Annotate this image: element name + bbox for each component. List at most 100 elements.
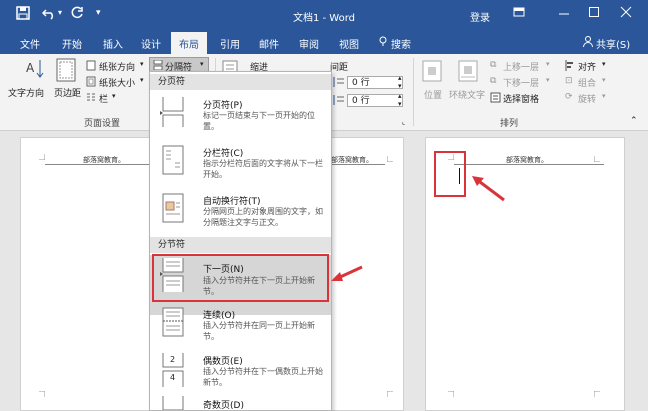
tab-layout[interactable]: 布局 — [171, 32, 207, 54]
arrange-group-label: 排列 — [500, 119, 519, 129]
spacing-before-spinner[interactable]: ▴ ▾ — [398, 74, 402, 90]
menu-item-text-wrapping-break[interactable]: 自动换行符(T) 分隔网页上的对象周围的文字，如分隔题注文字与正文。 — [150, 190, 331, 236]
align-dropdown-icon[interactable]: ▾ — [602, 60, 606, 68]
ribbon-display-options-icon[interactable] — [513, 6, 525, 21]
rotate-dropdown-icon[interactable]: ▾ — [602, 92, 606, 100]
bring-forward-button[interactable]: 上移一层 — [503, 60, 539, 73]
next-page-highlight-box — [152, 254, 329, 302]
title-bar: ▾ ▾ 文档1 - Word 登录 — [0, 0, 648, 30]
position-icon[interactable] — [422, 60, 442, 85]
group-separator — [413, 58, 414, 126]
page-3: 部落窝教育。 — [425, 137, 625, 411]
breaks-dropdown-icon: ▾ — [200, 60, 204, 68]
collapse-ribbon-icon[interactable]: ⌃ — [630, 116, 638, 126]
margins-icon[interactable] — [56, 58, 76, 85]
header-text: 部落窝教育。 — [83, 156, 125, 164]
menu-item-odd-page[interactable]: 奇数页(D) — [150, 394, 331, 411]
menu-item-continuous[interactable]: 连续(O) 插入分节符并在同一页上开始新节。 — [150, 304, 331, 350]
size-dropdown-icon[interactable]: ▾ — [140, 76, 144, 84]
login-link[interactable]: 登录 — [470, 9, 490, 24]
text-direction-icon[interactable]: A — [24, 58, 44, 83]
tab-references[interactable]: 引用 — [220, 36, 240, 51]
paragraph-dialog-launcher-icon[interactable]: ⌞ — [402, 118, 405, 126]
even-page-icon-label: 4 — [170, 373, 176, 382]
send-backward-button[interactable]: 下移一层 — [503, 76, 539, 89]
odd-page-icon — [162, 396, 184, 410]
menu-item-title: 奇数页(D) — [203, 401, 244, 411]
columns-dropdown-icon[interactable]: ▾ — [112, 92, 116, 100]
section-breaks-header: 分节符 — [150, 237, 331, 253]
wrap-text-icon[interactable] — [458, 60, 478, 85]
selection-pane-icon[interactable] — [490, 92, 501, 106]
crop-mark-icon — [39, 391, 45, 397]
group-button[interactable]: 组合 — [578, 76, 596, 89]
maximize-icon[interactable] — [588, 6, 600, 21]
ribbon-tab-bar: 文件 开始 插入 设计 布局 引用 邮件 审阅 视图 搜索 共享(S) — [0, 30, 648, 54]
share-button[interactable]: 共享(S) — [596, 36, 630, 51]
breaks-menu: 分页符 分页符(P) 标记一页结束与下一页开始的位置。 分栏符(C) 指示分栏符… — [149, 71, 332, 411]
menu-item-description: 指示分栏符后面的文字将从下一栏开始。 — [203, 159, 323, 179]
tab-review[interactable]: 审阅 — [299, 36, 319, 51]
orientation-icon[interactable] — [86, 60, 96, 74]
size-icon[interactable] — [86, 76, 96, 90]
wrap-text-button[interactable]: 环绕文字 — [449, 88, 485, 101]
tab-view[interactable]: 视图 — [339, 36, 359, 51]
page-1: 部落窝教育。 — [20, 137, 162, 411]
menu-item-description: 标记一页结束与下一页开始的位置。 — [203, 111, 315, 131]
spacing-after-spinner[interactable]: ▴ ▾ — [398, 92, 402, 108]
search-icon[interactable] — [378, 36, 388, 50]
selection-pane-button[interactable]: 选择窗格 — [503, 92, 539, 105]
continuous-icon — [162, 307, 184, 337]
columns-button[interactable]: 栏 — [99, 92, 108, 105]
columns-icon[interactable] — [86, 92, 96, 106]
even-page-icon: 2 4 — [160, 353, 186, 387]
rotate-button[interactable]: 旋转 — [578, 92, 596, 105]
header-text: 部落窝教育。 — [331, 156, 373, 164]
send-backward-dropdown-icon[interactable]: ▾ — [546, 76, 550, 84]
window-title: 文档1 - Word — [292, 13, 356, 24]
page-setup-group-label: 页面设置 — [84, 119, 121, 129]
orientation-dropdown-icon[interactable]: ▾ — [140, 60, 144, 68]
tab-insert[interactable]: 插入 — [103, 36, 123, 51]
spacing-after-input[interactable]: 0 行 — [347, 94, 403, 107]
crop-mark-icon — [387, 156, 393, 162]
tab-design[interactable]: 设计 — [141, 36, 161, 51]
close-icon[interactable] — [620, 6, 632, 21]
rotate-icon[interactable]: ⟳ — [565, 92, 573, 102]
crop-mark-icon — [387, 391, 393, 397]
cursor-highlight-box — [434, 151, 466, 197]
share-icon[interactable] — [583, 36, 593, 50]
menu-item-description: 插入分节符并在下一偶数页上开始新节。 — [203, 367, 323, 387]
size-button[interactable]: 纸张大小 — [99, 76, 135, 89]
align-button[interactable]: 对齐 — [578, 60, 596, 73]
orientation-button[interactable]: 纸张方向 — [99, 60, 135, 73]
group-dropdown-icon[interactable]: ▾ — [602, 76, 606, 84]
tab-file[interactable]: 文件 — [20, 36, 40, 51]
breaks-button[interactable]: 分隔符 ▾ — [149, 57, 209, 73]
bring-forward-icon[interactable]: ⧉ — [490, 60, 496, 70]
spacing-before-input[interactable]: 0 行 — [347, 76, 403, 89]
tab-mailings[interactable]: 邮件 — [259, 36, 279, 51]
crop-mark-icon — [594, 391, 600, 397]
menu-item-description: 分隔网页上的对象周围的文字，如分隔题注文字与正文。 — [203, 207, 323, 227]
bring-forward-dropdown-icon[interactable]: ▾ — [546, 60, 550, 68]
breaks-icon — [153, 60, 163, 70]
header-text: 部落窝教育。 — [506, 156, 548, 164]
group-icon[interactable]: ⊡ — [565, 76, 573, 86]
text-direction-button[interactable]: 文字方向 — [8, 86, 44, 99]
align-icon[interactable] — [565, 60, 575, 74]
menu-item-column-break[interactable]: 分栏符(C) 指示分栏符后面的文字将从下一栏开始。 — [150, 142, 331, 188]
margins-button[interactable]: 页边距 — [54, 86, 81, 99]
send-backward-icon[interactable]: ⧉ — [490, 76, 496, 86]
position-button[interactable]: 位置 — [424, 88, 442, 101]
tab-home[interactable]: 开始 — [62, 36, 82, 51]
page-breaks-header: 分页符 — [150, 74, 331, 90]
minimize-icon[interactable] — [558, 6, 570, 21]
svg-text:A: A — [26, 61, 35, 75]
tab-search[interactable]: 搜索 — [391, 36, 411, 51]
menu-item-page-break[interactable]: 分页符(P) 标记一页结束与下一页开始的位置。 — [150, 94, 331, 140]
menu-item-even-page[interactable]: 2 4 偶数页(E) 插入分节符并在下一偶数页上开始新节。 — [150, 350, 331, 396]
page-break-icon — [160, 97, 184, 127]
red-arrow-icon — [472, 176, 505, 202]
crop-mark-icon — [594, 156, 600, 162]
